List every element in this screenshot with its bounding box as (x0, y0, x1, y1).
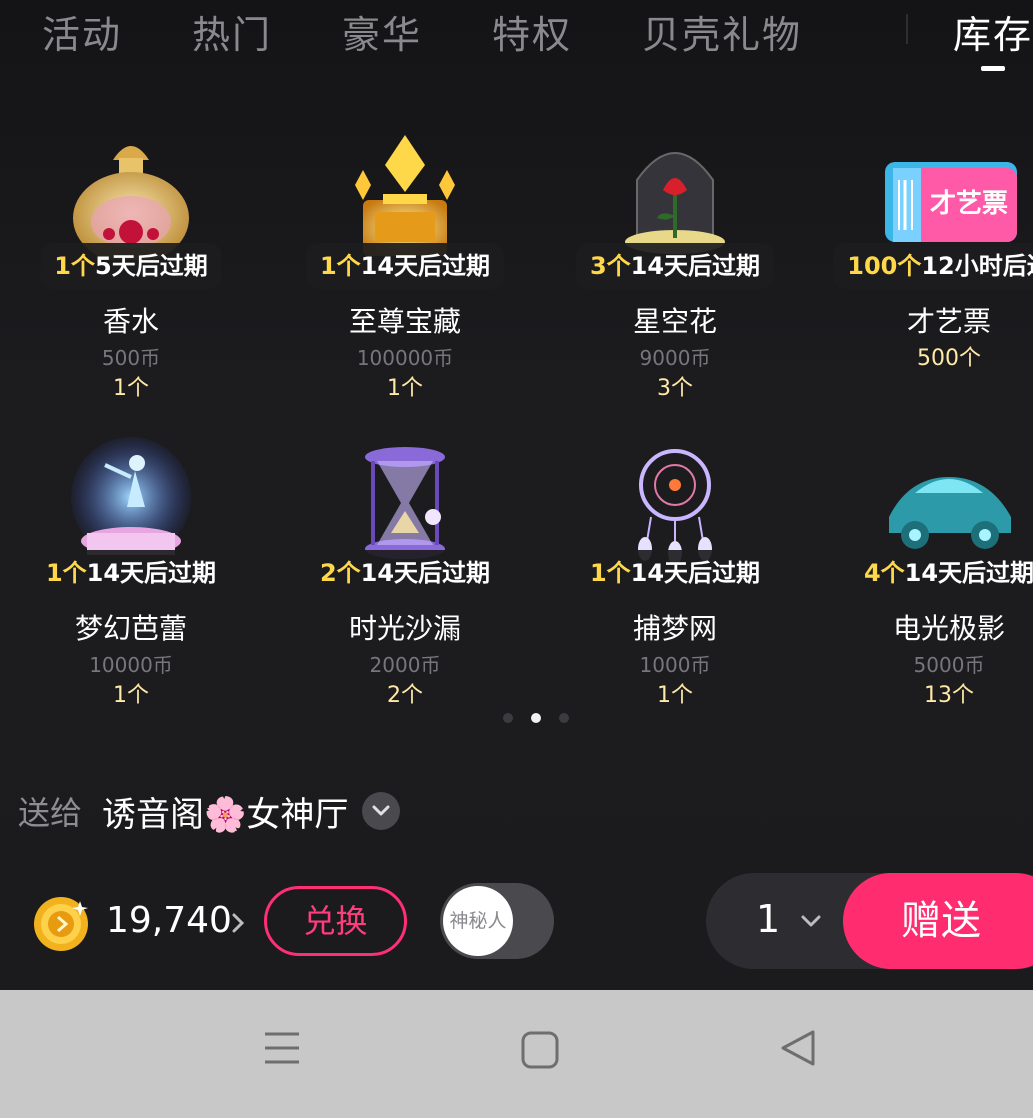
gift-name: 才艺票 (906, 305, 991, 338)
tab-luxury[interactable]: 豪华 (342, 4, 422, 59)
expiry-badge: 1个14天后过期 (305, 243, 505, 289)
anonymous-toggle-knob: 神秘人 (443, 886, 513, 956)
tab-shell-gifts[interactable]: 贝壳礼物 (642, 4, 802, 59)
expiry-badge: 4个14天后过期 (849, 550, 1033, 596)
gift-count: 1个 (387, 376, 423, 401)
active-tab-indicator (981, 66, 1005, 71)
anonymous-toggle[interactable]: 神秘人 (440, 883, 554, 959)
gift-count: 1个 (113, 683, 149, 708)
gift-item[interactable]: 1个14天后过期 梦幻芭蕾 10000币 1个 (11, 437, 251, 727)
gift-item[interactable]: 4个14天后过期 电光极影 5000币 13个 (829, 437, 1033, 727)
gift-item[interactable]: 1个14天后过期 至尊宝藏 100000币 1个 (285, 130, 525, 420)
category-tabs: 活动 热门 豪华 特权 贝壳礼物 库存 (0, 0, 1033, 80)
recipient-name: 诱音阁🌸女神厅 (102, 794, 349, 835)
gift-name: 至尊宝藏 (348, 305, 461, 338)
page-indicator (500, 713, 580, 725)
gift-price: 100000币 (356, 346, 454, 370)
chevron-down-icon[interactable] (362, 792, 401, 830)
gift-price: 500币 (101, 346, 161, 370)
expiry-badge: 3个14天后过期 (575, 243, 775, 289)
quantity-value: 1 (756, 897, 781, 941)
expiry-badge: 100个12小时后过 (833, 243, 1033, 289)
gift-item[interactable]: 2个14天后过期 时光沙漏 2000币 2个 (285, 437, 525, 727)
page-dot[interactable] (559, 713, 569, 723)
exchange-button[interactable]: 兑换 (264, 886, 407, 956)
coin-icon (34, 897, 88, 951)
gift-price: 5000币 (913, 653, 985, 677)
back-icon[interactable] (778, 1028, 818, 1068)
gift-name: 梦幻芭蕾 (74, 612, 187, 645)
gift-count: 1个 (113, 376, 149, 401)
gift-name: 香水 (102, 305, 159, 338)
expiry-badge: 1个14天后过期 (31, 550, 231, 596)
rose-dome-icon (625, 152, 725, 254)
tab-privilege[interactable]: 特权 (492, 4, 572, 59)
talent-ticket-icon: 才艺票 (885, 162, 1017, 242)
tab-inventory[interactable]: 库存 (953, 4, 1033, 59)
page-dot-active[interactable] (531, 713, 541, 723)
send-to-label: 送给 (18, 794, 83, 832)
gift-name: 电光极影 (892, 612, 1005, 645)
page-dot[interactable] (503, 713, 513, 723)
recipient-selector[interactable]: 送给 诱音阁🌸女神厅 (18, 786, 401, 836)
gift-price: 2000币 (369, 653, 441, 677)
gift-panel: 活动 热门 豪华 特权 贝壳礼物 库存 1个5天后过期 香水 500币 1个 1… (0, 0, 1033, 990)
gift-count: 2个 (387, 683, 423, 708)
gift-item[interactable]: 1个5天后过期 香水 500币 1个 (11, 130, 251, 420)
gift-count: 13个 (924, 683, 974, 708)
tab-divider (906, 14, 908, 44)
treasure-icon (355, 135, 455, 256)
tab-activity[interactable]: 活动 (42, 4, 122, 59)
gift-item[interactable]: 3个14天后过期 星空花 9000币 3个 (555, 130, 795, 420)
expiry-badge: 1个14天后过期 (575, 550, 775, 596)
gift-name: 星空花 (632, 305, 717, 338)
home-icon[interactable] (520, 1030, 560, 1070)
perfume-bottle-icon (73, 146, 189, 260)
ballet-music-box-icon (71, 437, 191, 557)
tab-popular[interactable]: 热门 (192, 4, 272, 59)
gift-name: 时光沙漏 (348, 612, 461, 645)
gift-price: 10000币 (89, 653, 173, 677)
electric-car-icon (889, 477, 1011, 549)
expiry-badge: 1个5天后过期 (40, 243, 222, 289)
coin-balance[interactable]: 19,740 (106, 900, 232, 941)
system-nav-bar (0, 990, 1033, 1118)
gift-name: 捕梦网 (632, 612, 717, 645)
gift-count: 1个 (657, 683, 693, 708)
chevron-down-icon[interactable] (798, 908, 824, 934)
gift-item[interactable]: 才艺票 100个12小时后过 才艺票 500个 (829, 130, 1033, 420)
gift-price: 1000币 (639, 653, 711, 677)
svg-text:才艺票: 才艺票 (930, 189, 1008, 219)
give-button[interactable]: 赠送 (843, 873, 1033, 969)
gift-price: 9000币 (639, 346, 711, 370)
hourglass-icon (365, 447, 445, 559)
dreamcatcher-icon (638, 449, 712, 565)
gift-count: 3个 (657, 376, 693, 401)
menu-icon[interactable] (262, 1030, 302, 1066)
gift-item[interactable]: 1个14天后过期 捕梦网 1000币 1个 (555, 437, 795, 727)
gift-count: 500个 (917, 346, 981, 371)
chevron-right-icon[interactable] (231, 912, 245, 934)
expiry-badge: 2个14天后过期 (305, 550, 505, 596)
